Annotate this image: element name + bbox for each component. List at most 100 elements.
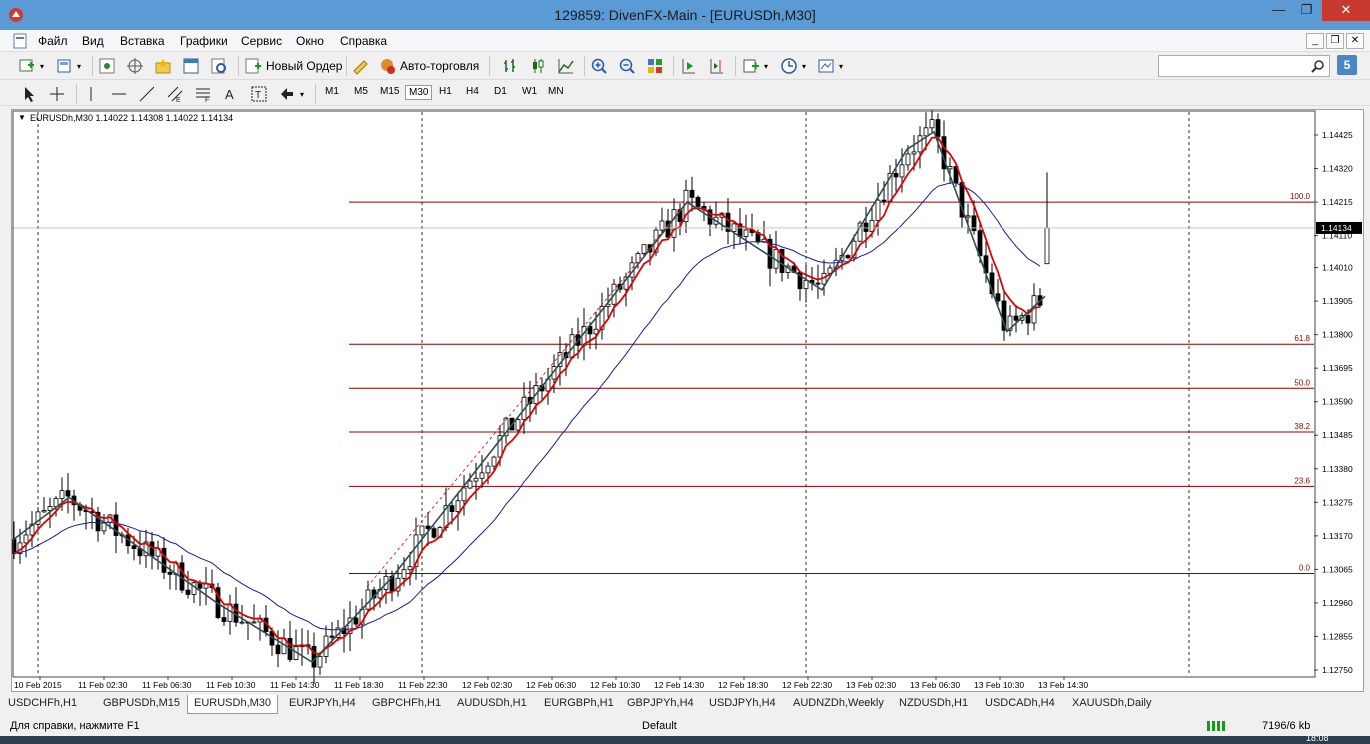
bar-chart-button[interactable] — [501, 56, 519, 76]
indicators-button[interactable]: ▾ — [742, 56, 768, 76]
search-icon[interactable] — [1311, 59, 1325, 73]
tab-eurgbp[interactable]: EURGBPh,H1 — [538, 695, 620, 714]
chart-menu-arrow[interactable]: ▼ — [18, 113, 26, 122]
mdi-restore-button[interactable]: ❐ — [1326, 33, 1344, 49]
channel-button[interactable]: E — [166, 84, 184, 104]
timeframe-m15[interactable]: M15 — [377, 85, 402, 98]
tab-eurusd[interactable]: EURUSDh,M30 — [187, 695, 279, 714]
price-chart[interactable]: 100.0 61.8 50.0 38.2 23.6 0.0 1.14425 1.14320 1… — [12, 110, 1363, 691]
tab-usdchf[interactable]: USDCHFh,H1 — [2, 695, 83, 714]
autoscroll-button[interactable] — [680, 56, 698, 76]
crosshair-button[interactable] — [48, 84, 66, 104]
menu-insert[interactable]: Вставка — [120, 34, 165, 48]
menu-window[interactable]: Окно — [296, 34, 324, 48]
periods-button[interactable]: ▾ — [780, 56, 806, 76]
navigator-button[interactable] — [126, 56, 144, 76]
timeframe-h1[interactable]: H1 — [436, 85, 455, 98]
zoom-out-button[interactable] — [618, 56, 636, 76]
trendline-button[interactable] — [138, 84, 156, 104]
zoom-in-icon — [591, 58, 607, 74]
menu-charts[interactable]: Графики — [180, 34, 228, 48]
tab-usdjpy[interactable]: USDJPYh,H4 — [703, 695, 782, 714]
mdi-close-button[interactable]: ✕ — [1346, 33, 1364, 49]
bull-candle — [659, 220, 665, 231]
timeframe-mn[interactable]: MN — [545, 85, 567, 98]
templates-button[interactable]: ▾ — [817, 56, 843, 76]
timeframe-d1[interactable]: D1 — [491, 85, 510, 98]
minimize-button[interactable]: — — [1265, 0, 1292, 21]
bull-candle — [929, 119, 935, 129]
menu-file[interactable]: Файл — [38, 34, 68, 48]
tile-windows-button[interactable] — [646, 56, 664, 76]
time-label: 10 Feb 2015 — [14, 680, 62, 690]
tab-xauusd[interactable]: XAUUSDh,Daily — [1066, 695, 1157, 714]
price-label: 1.13905 — [1322, 296, 1353, 306]
autotrading-button[interactable]: Авто-торговля — [378, 56, 479, 76]
tab-usdcad[interactable]: USDCADh,H4 — [979, 695, 1061, 714]
price-label: 1.12855 — [1322, 631, 1353, 641]
cursor-icon — [25, 87, 34, 102]
tab-gbpjpy[interactable]: GBPJPYh,H4 — [621, 695, 700, 714]
terminal-button[interactable] — [182, 56, 200, 76]
standard-toolbar: ▾ ▾ Новый Ордер Авто-торговля ▾ ▾ ▾ 5 — [0, 52, 1370, 80]
time-label: 13 Feb 02:30 — [846, 680, 896, 690]
timeframe-m1[interactable]: M1 — [322, 85, 342, 98]
horizontal-line-button[interactable] — [110, 84, 128, 104]
timeframe-m30[interactable]: M30 — [405, 85, 433, 100]
timeframe-m5[interactable]: M5 — [351, 85, 371, 98]
menu-help[interactable]: Справка — [340, 34, 387, 48]
zoom-in-button[interactable] — [590, 56, 608, 76]
vertical-line-button[interactable] — [82, 84, 100, 104]
price-label: 1.13485 — [1322, 430, 1353, 440]
tester-button[interactable] — [210, 56, 228, 76]
tab-audusd[interactable]: AUDUSDh,H1 — [451, 695, 533, 714]
time-label: 11 Feb 02:30 — [78, 680, 128, 690]
mdi-minimize-button[interactable]: _ — [1306, 33, 1324, 49]
candlestick-icon — [533, 59, 544, 73]
menu-view[interactable]: Вид — [82, 34, 104, 48]
text-label-button[interactable]: T — [250, 84, 268, 104]
metaeditor-button[interactable] — [351, 56, 369, 76]
candlestick-button[interactable] — [529, 56, 547, 76]
bear-candle — [353, 617, 359, 625]
price-label: 1.13590 — [1322, 397, 1353, 407]
bear-candle — [449, 505, 455, 512]
bear-candle — [995, 293, 1001, 302]
timeframe-w1[interactable]: W1 — [519, 85, 540, 98]
tab-gbpchf[interactable]: GBPCHFh,H1 — [366, 695, 447, 714]
tab-eurjpy[interactable]: EURJPYh,H4 — [283, 695, 362, 714]
time-label: 11 Feb 10:30 — [206, 680, 256, 690]
chart-window[interactable]: 100.0 61.8 50.0 38.2 23.6 0.0 1.14425 1.14320 1… — [11, 109, 1364, 692]
tab-nzdusd[interactable]: NZDUSDh,H1 — [893, 695, 974, 714]
status-help: Для справки, нажмите F1 — [10, 720, 140, 732]
indicators-icon — [743, 59, 759, 73]
new-chart-button[interactable]: ▾ — [18, 56, 44, 76]
profiles-button[interactable]: ▾ — [55, 56, 81, 76]
close-button[interactable]: ✕ — [1322, 0, 1370, 21]
maximize-button[interactable]: ❐ — [1293, 0, 1320, 21]
tab-audnzd[interactable]: AUDNZDh,Weekly — [787, 695, 890, 714]
search-input[interactable] — [1158, 55, 1330, 77]
text-button[interactable]: A — [222, 84, 240, 104]
cursor-button[interactable] — [20, 84, 38, 104]
new-order-button[interactable]: Новый Ордер — [244, 56, 342, 76]
timeframe-h4[interactable]: H4 — [463, 85, 482, 98]
status-traffic: 7196/6 kb — [1262, 720, 1311, 732]
bull-candle — [875, 199, 881, 221]
bull-candle — [947, 166, 953, 170]
menu-tools[interactable]: Сервис — [241, 34, 282, 48]
price-label: 1.14010 — [1322, 263, 1353, 273]
arrows-button[interactable]: ▾ — [278, 84, 304, 104]
line-chart-button[interactable] — [557, 56, 575, 76]
bull-candle — [485, 465, 491, 474]
favorites-button[interactable] — [154, 56, 172, 76]
market-watch-button[interactable] — [98, 56, 116, 76]
chart-shift-button[interactable] — [708, 56, 726, 76]
bear-candle — [221, 617, 227, 623]
autoscroll-icon — [682, 59, 695, 74]
tab-gbpusd[interactable]: GBPUSDh,M15 — [97, 695, 186, 714]
notifications-badge[interactable]: 5 — [1337, 55, 1357, 75]
fibonacci-button[interactable]: F — [194, 84, 212, 104]
bear-candle — [695, 196, 701, 207]
plot-frame — [12, 110, 1316, 678]
